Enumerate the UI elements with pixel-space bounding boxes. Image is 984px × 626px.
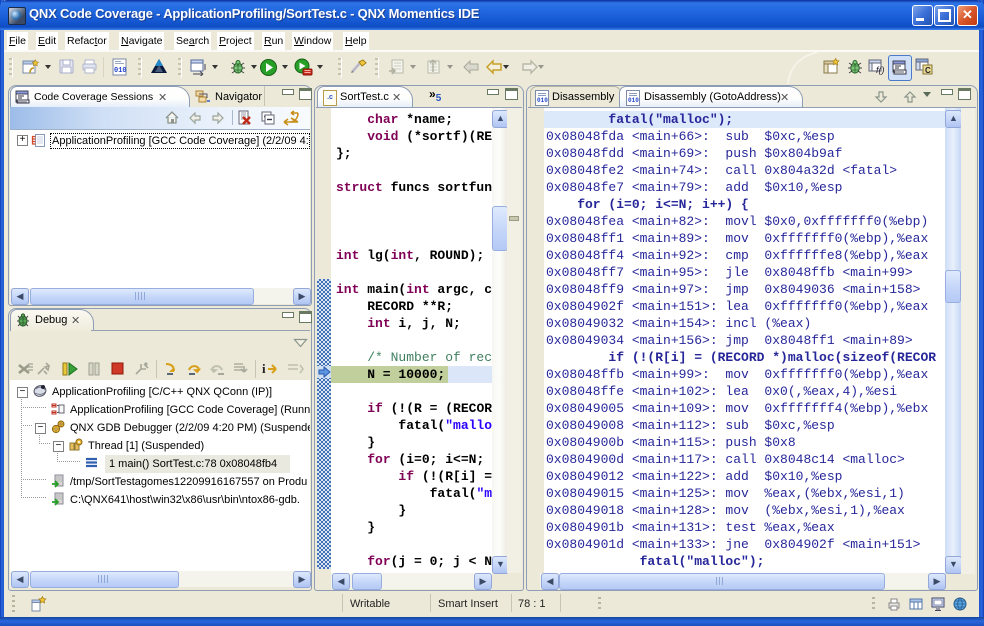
svg-text:010: 010	[114, 67, 127, 75]
svg-text:C: C	[925, 66, 931, 75]
svg-text:f(): f()	[876, 65, 885, 75]
